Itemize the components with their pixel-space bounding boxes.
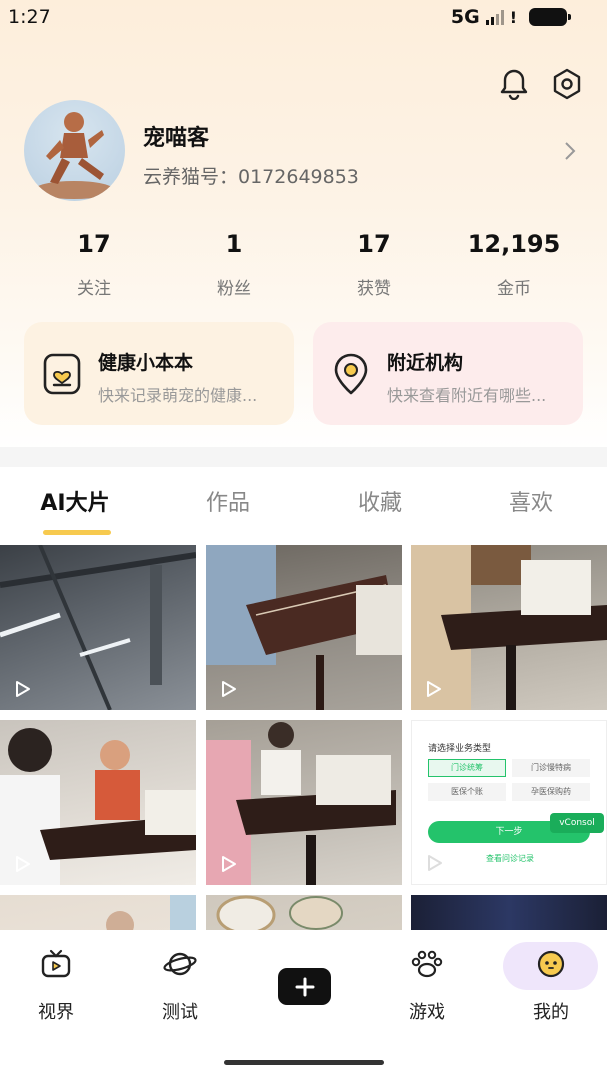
status-indicators: 5G ! (450, 6, 571, 28)
nav-label: 测试 (162, 1002, 198, 1023)
play-icon (428, 855, 442, 871)
tv-icon (36, 944, 76, 984)
stat-value: 12,195 (467, 230, 561, 258)
form-screenshot-thumbnail[interactable]: 请选择业务类型 门诊统筹 门诊慢特病 医保个账 孕医保购药 下一步 vConso… (411, 720, 607, 885)
form-option: 医保个账 (428, 783, 506, 801)
tab-likes[interactable]: 喜欢 (471, 485, 591, 517)
stat-likes[interactable]: 17 获赞 (304, 226, 444, 299)
nickname: 宠喵客 (143, 126, 210, 151)
play-icon (222, 681, 236, 697)
vconsole-badge: vConsol (550, 813, 604, 833)
video-thumbnail[interactable] (411, 545, 607, 710)
form-option: 门诊慢特病 (512, 759, 590, 777)
video-thumbnail[interactable] (206, 720, 402, 885)
bottom-navigation: 视界 测试 游戏 我的 (0, 930, 607, 1080)
nav-item-test[interactable]: 测试 (132, 944, 228, 1024)
form-heading: 请选择业务类型 (428, 744, 492, 754)
section-divider (0, 447, 607, 467)
signal-icon (485, 9, 504, 25)
stat-coins[interactable]: 12,195 金币 (444, 226, 584, 299)
nearby-institutions-card[interactable]: 附近机构 快来查看附近有哪些... (313, 322, 583, 425)
card-subtitle: 快来查看附近有哪些... (387, 386, 547, 405)
active-tab-indicator (43, 530, 111, 535)
settings-icon[interactable] (549, 66, 585, 102)
bell-icon[interactable] (496, 66, 532, 102)
planet-icon (160, 944, 200, 984)
video-thumbnail[interactable] (0, 545, 196, 710)
play-icon (222, 856, 236, 872)
form-option: 孕医保购药 (512, 783, 590, 801)
content-tabs: AI大片 作品 收藏 喜欢 (0, 467, 607, 537)
plus-icon (295, 977, 314, 996)
video-thumbnail[interactable] (206, 895, 402, 930)
stat-following[interactable]: 17 关注 (24, 226, 164, 299)
stat-label: 金币 (497, 279, 531, 299)
nav-item-games[interactable]: 游戏 (379, 944, 475, 1024)
chevron-right-icon[interactable] (562, 140, 578, 162)
play-icon (427, 681, 441, 697)
video-thumbnail[interactable] (0, 895, 196, 930)
health-notebook-card[interactable]: 健康小本本 快来记录萌宠的健康... (24, 322, 294, 425)
nav-label: 视界 (38, 1002, 74, 1023)
video-thumbnail[interactable] (0, 720, 196, 885)
avatar[interactable] (24, 100, 125, 201)
card-title: 附近机构 (387, 352, 464, 374)
video-grid: 请选择业务类型 门诊统筹 门诊慢特病 医保个账 孕医保购药 下一步 vConso… (0, 545, 607, 930)
tab-ai-photos[interactable]: AI大片 (15, 485, 135, 517)
nav-item-vision[interactable]: 视界 (8, 944, 104, 1024)
card-title: 健康小本本 (98, 352, 194, 374)
create-post-button[interactable] (278, 968, 331, 1005)
video-thumbnail[interactable] (411, 895, 607, 930)
face-icon (531, 944, 571, 984)
signal-alert-icon: ! (509, 7, 517, 27)
play-icon (16, 856, 30, 872)
card-subtitle: 快来记录萌宠的健康... (98, 386, 258, 405)
form-option: 门诊统筹 (428, 759, 506, 777)
tab-favorites[interactable]: 收藏 (320, 485, 440, 517)
stat-followers[interactable]: 1 粉丝 (164, 226, 304, 299)
stat-value: 17 (77, 230, 111, 258)
stat-value: 17 (357, 230, 391, 258)
video-thumbnail[interactable] (206, 545, 402, 710)
user-id: 云养猫号：0172649853 (143, 166, 359, 188)
nav-label: 我的 (533, 1002, 569, 1023)
battery-icon (529, 8, 571, 26)
status-bar: 1:27 5G ! (0, 0, 607, 36)
paw-icon (407, 944, 447, 984)
stat-label: 粉丝 (217, 279, 251, 299)
stat-label: 关注 (77, 279, 111, 299)
network-type: 5G (450, 6, 480, 28)
location-pin-icon (331, 352, 371, 396)
tab-works[interactable]: 作品 (168, 485, 288, 517)
nav-label: 游戏 (409, 1002, 445, 1023)
home-indicator (224, 1060, 384, 1065)
status-time: 1:27 (8, 6, 51, 28)
stat-value: 1 (225, 230, 243, 258)
notebook-heart-icon (42, 352, 82, 396)
nav-item-mine[interactable]: 我的 (503, 944, 599, 1024)
play-icon (16, 681, 30, 697)
stat-label: 获赞 (357, 279, 391, 299)
profile-stats: 17 关注 1 粉丝 17 获赞 12,195 金币 (24, 226, 584, 299)
